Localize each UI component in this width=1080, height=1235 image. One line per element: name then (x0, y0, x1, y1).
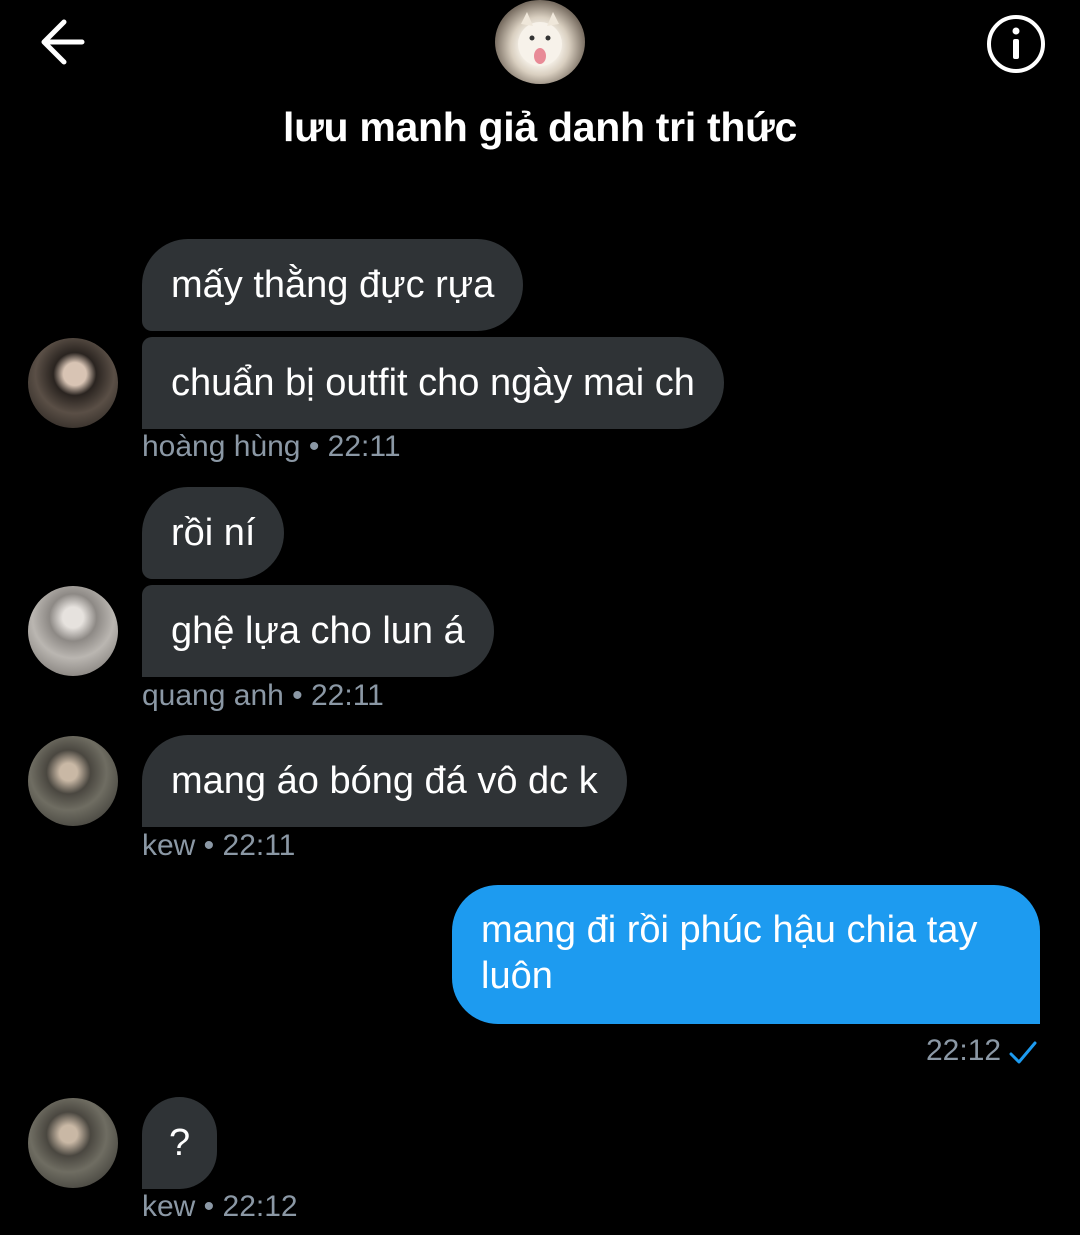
message-meta: hoàng hùng • 22:11 (142, 430, 401, 463)
arrow-left-icon (41, 19, 85, 65)
checkmark-icon (1009, 1041, 1037, 1064)
cat-avatar-image (518, 12, 562, 66)
message-meta: 22:12 (926, 1034, 1002, 1067)
info-button[interactable] (984, 12, 1048, 76)
message-bubble[interactable]: mấy thằng đực rựa (142, 239, 524, 331)
message-meta: quang anh • 22:11 (142, 679, 384, 712)
avatar-kew[interactable] (28, 736, 118, 826)
avatar-hoang-hung[interactable] (28, 338, 118, 428)
message-meta: kew • 22:11 (142, 829, 296, 862)
message-bubble[interactable]: mang áo bóng đá vô dc k (142, 735, 627, 827)
message-bubble[interactable]: ? (142, 1097, 218, 1189)
group-avatar[interactable] (495, 0, 585, 84)
conversation-title: lưu manh giả danh tri thức (283, 104, 797, 150)
message-bubble[interactable]: ghệ lựa cho lun á (142, 585, 494, 677)
message-meta: kew • 22:12 (142, 1190, 298, 1223)
back-button[interactable] (30, 14, 102, 70)
avatar-kew[interactable] (28, 1098, 118, 1188)
avatar-quang-anh[interactable] (28, 586, 118, 676)
message-bubble[interactable]: chuẩn bị outfit cho ngày mai ch (142, 337, 724, 429)
info-icon (987, 15, 1045, 73)
my-message-bubble[interactable]: mang đi rồi phúc hậu chia tay luôn (452, 885, 1040, 1024)
message-bubble[interactable]: rồi ní (142, 487, 285, 579)
